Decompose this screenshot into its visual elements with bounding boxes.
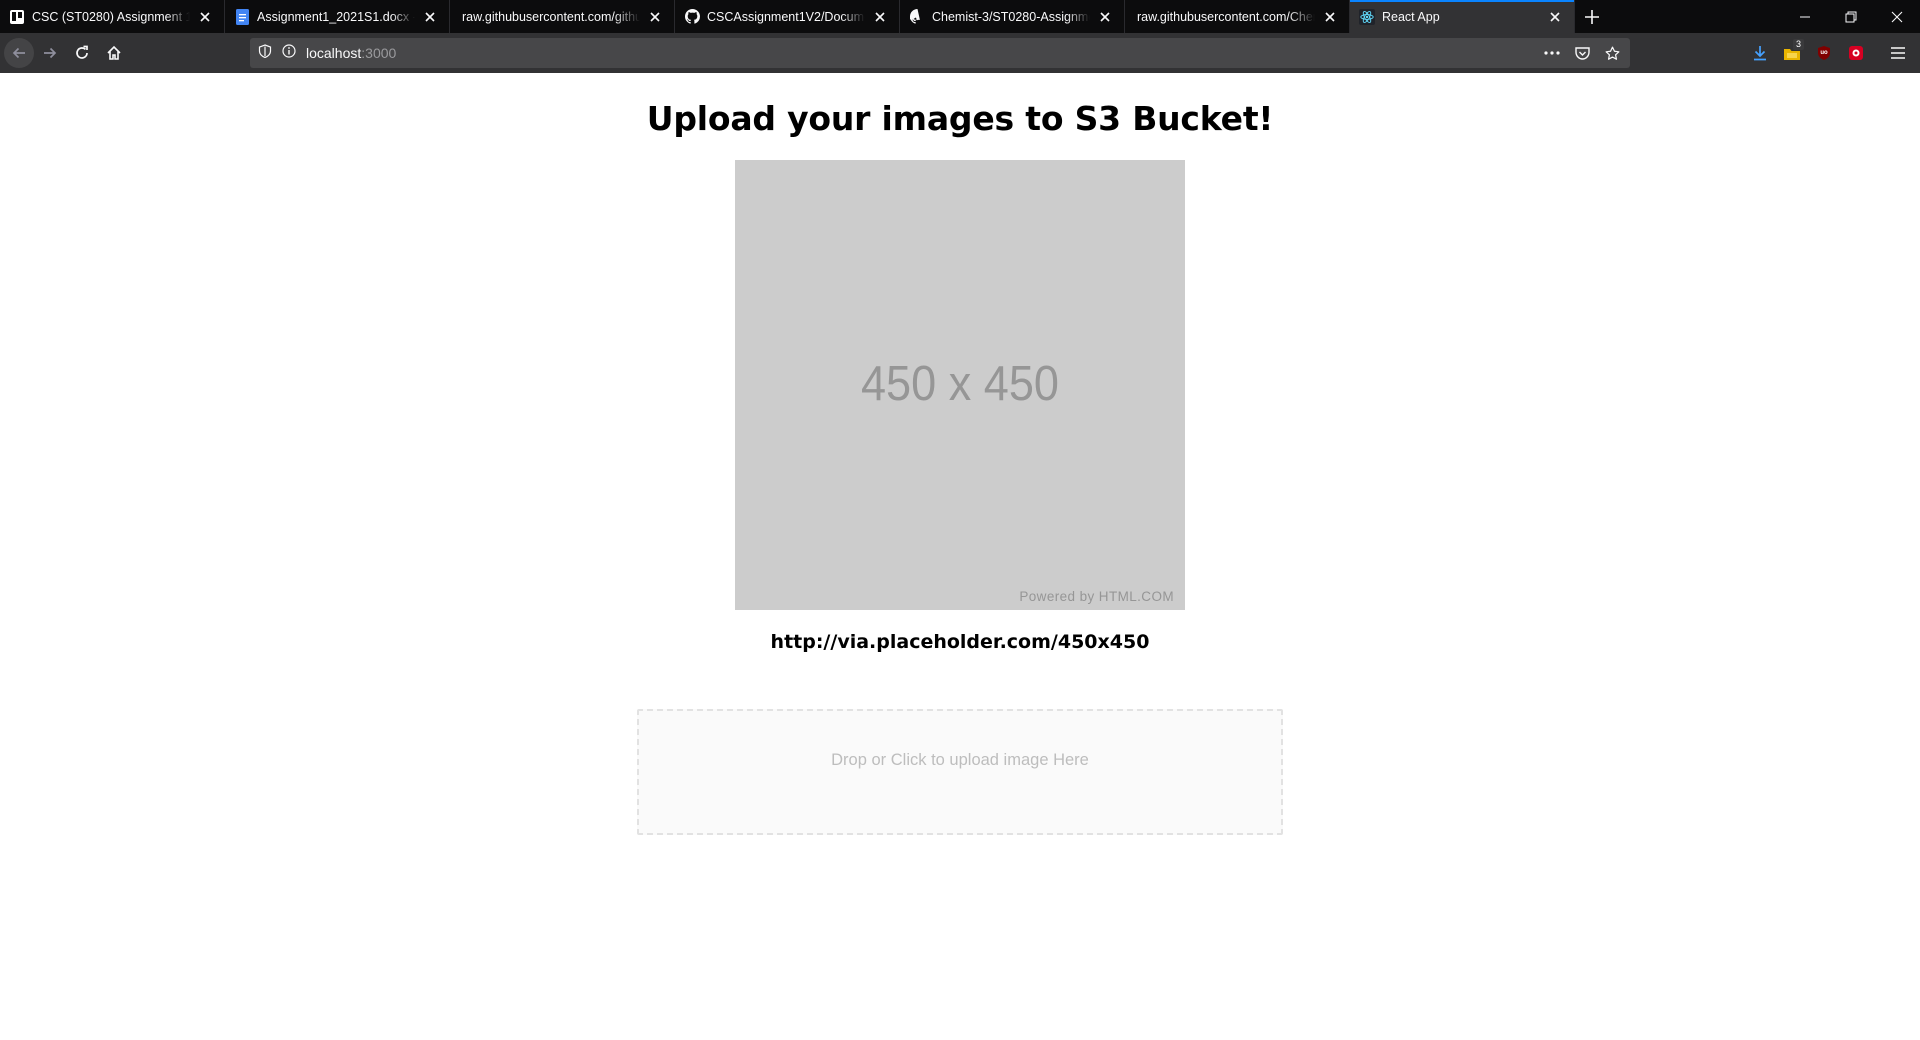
url-text[interactable]: localhost:3000 bbox=[306, 45, 396, 61]
hamburger-menu-icon bbox=[1891, 47, 1905, 59]
tab-google-docs[interactable]: Assignment1_2021S1.docx - Google Docs bbox=[225, 0, 450, 33]
tracking-protection-shield-icon[interactable] bbox=[258, 43, 272, 63]
site-info-icon[interactable] bbox=[282, 43, 296, 63]
close-tab-icon[interactable] bbox=[646, 8, 664, 26]
close-tab-icon[interactable] bbox=[421, 8, 439, 26]
tab-react-app[interactable]: React App bbox=[1350, 0, 1575, 33]
restore-button[interactable] bbox=[1828, 0, 1874, 33]
tab-title: CSCAssignment1V2/Documentation bbox=[707, 9, 865, 24]
image-url-text: http://via.placeholder.com/450x450 bbox=[770, 631, 1150, 653]
downloads-button[interactable] bbox=[1744, 37, 1776, 69]
close-tab-icon[interactable] bbox=[1546, 8, 1564, 26]
toolbar-right: 3 uo bbox=[1744, 33, 1920, 73]
tab-title: raw.githubusercontent.com/github bbox=[462, 9, 640, 24]
close-tab-icon[interactable] bbox=[871, 8, 889, 26]
page-content: Upload your images to S3 Bucket! 450 x 4… bbox=[0, 73, 1920, 1040]
tab-title: CSC (ST0280) Assignment 1 | Trello bbox=[32, 9, 190, 24]
tab-title: React App bbox=[1382, 9, 1440, 24]
google-docs-icon bbox=[234, 8, 250, 25]
trello-icon bbox=[9, 9, 25, 25]
minimize-icon bbox=[1800, 16, 1810, 17]
tab-github-chemist[interactable]: Chemist-3/ST0280-Assignment bbox=[900, 0, 1125, 33]
reload-icon bbox=[76, 45, 88, 59]
reload-button[interactable] bbox=[66, 37, 98, 69]
home-icon bbox=[107, 45, 121, 60]
tab-title: Chemist-3/ST0280-Assignment bbox=[932, 9, 1090, 24]
tab-title: raw.githubusercontent.com/Chemist bbox=[1137, 9, 1315, 24]
ublock-origin-button[interactable]: uo bbox=[1808, 37, 1840, 69]
close-tab-icon[interactable] bbox=[1321, 8, 1339, 26]
page-actions-icon[interactable] bbox=[1540, 41, 1564, 65]
url-port: :3000 bbox=[361, 45, 397, 61]
close-tab-icon[interactable] bbox=[1096, 8, 1114, 26]
extension-red-button[interactable] bbox=[1840, 37, 1872, 69]
page-title: Upload your images to S3 Bucket! bbox=[646, 99, 1274, 138]
minimize-button[interactable] bbox=[1782, 0, 1828, 33]
github-icon bbox=[909, 9, 925, 25]
navigation-toolbar: localhost:3000 3 uo bbox=[0, 33, 1920, 73]
close-window-button[interactable] bbox=[1874, 0, 1920, 33]
back-arrow-icon bbox=[12, 47, 25, 59]
close-icon bbox=[1891, 11, 1903, 22]
extension-folder-button[interactable]: 3 bbox=[1776, 37, 1808, 69]
upload-dropzone[interactable]: Drop or Click to upload image Here bbox=[637, 709, 1283, 835]
placeholder-credit: Powered by HTML.COM bbox=[1019, 589, 1174, 604]
url-actions bbox=[1540, 38, 1624, 68]
pocket-icon[interactable] bbox=[1570, 41, 1594, 65]
download-icon bbox=[1754, 46, 1766, 61]
tab-title: Assignment1_2021S1.docx - Google Docs bbox=[257, 9, 415, 24]
home-button[interactable] bbox=[98, 37, 130, 69]
placeholder-size-text: 450 x 450 bbox=[860, 357, 1060, 411]
tab-github-documentation[interactable]: CSCAssignment1V2/Documentation bbox=[675, 0, 900, 33]
react-icon bbox=[1359, 8, 1375, 25]
ublock-label: uo bbox=[1820, 50, 1828, 56]
plus-icon bbox=[1585, 9, 1599, 24]
forward-arrow-icon bbox=[44, 47, 57, 59]
forward-button[interactable] bbox=[34, 37, 66, 69]
menu-button[interactable] bbox=[1882, 37, 1914, 69]
extension-badge: 3 bbox=[1792, 39, 1804, 50]
github-icon bbox=[684, 9, 700, 25]
tab-raw-github-2[interactable]: raw.githubusercontent.com/Chemist bbox=[1125, 0, 1350, 33]
bookmark-star-icon[interactable] bbox=[1600, 41, 1624, 65]
tab-bar: CSC (ST0280) Assignment 1 | Trello Assig… bbox=[0, 0, 1920, 33]
red-extension-icon bbox=[1849, 46, 1863, 60]
image-preview-placeholder: 450 x 450 Powered by HTML.COM bbox=[735, 160, 1185, 610]
url-bar[interactable]: localhost:3000 bbox=[250, 38, 1630, 68]
tab-trello[interactable]: CSC (ST0280) Assignment 1 | Trello bbox=[0, 0, 225, 33]
new-tab-button[interactable] bbox=[1575, 0, 1609, 33]
restore-icon bbox=[1845, 11, 1857, 22]
url-host: localhost bbox=[306, 45, 362, 61]
window-controls bbox=[1782, 0, 1920, 33]
dropzone-label: Drop or Click to upload image Here bbox=[831, 751, 1089, 769]
back-button[interactable] bbox=[4, 38, 34, 68]
tab-raw-github-1[interactable]: raw.githubusercontent.com/github bbox=[450, 0, 675, 33]
close-tab-icon[interactable] bbox=[196, 8, 214, 26]
